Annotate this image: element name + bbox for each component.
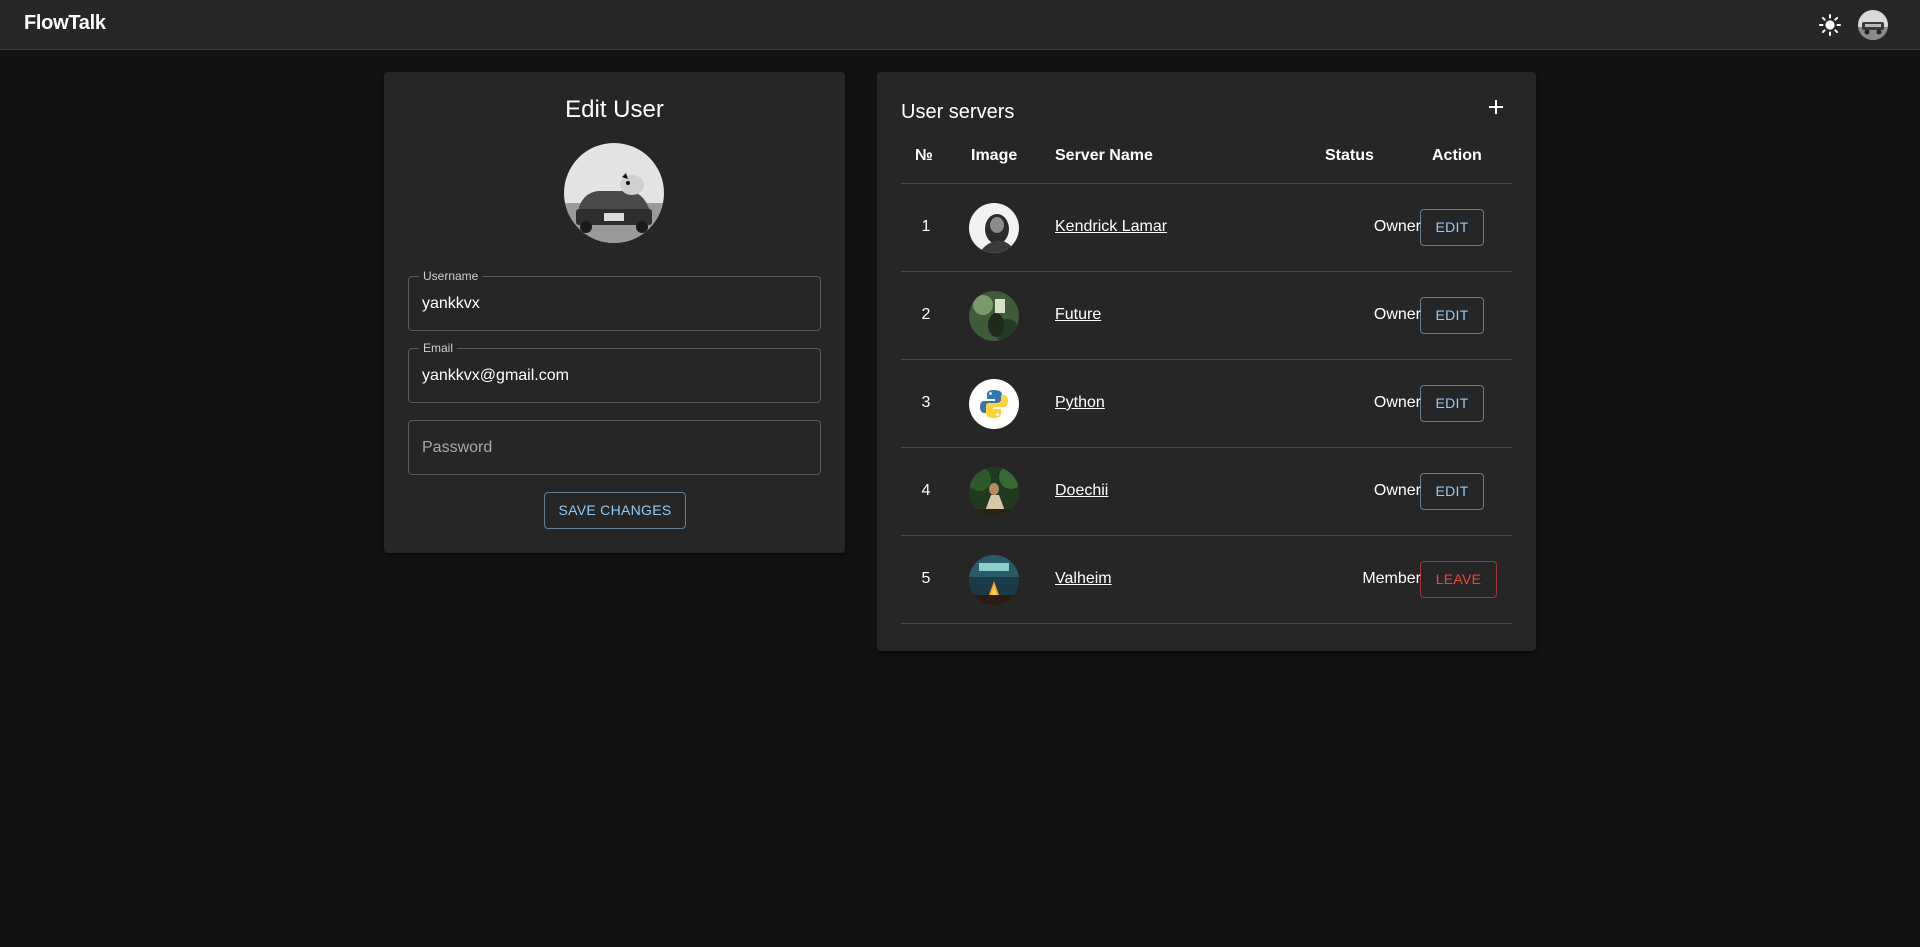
server-image: [969, 555, 1019, 605]
server-status: Owner: [1373, 306, 1421, 323]
table-row: 2 Future Owner EDIT: [901, 272, 1512, 360]
user-avatar[interactable]: [1858, 10, 1888, 40]
server-name-link[interactable]: Doechii: [1055, 482, 1108, 500]
server-status: Owner: [1373, 394, 1421, 411]
edit-user-title: Edit User: [565, 96, 664, 123]
username-label: Username: [419, 269, 483, 283]
header-number: №: [915, 147, 933, 164]
edit-user-card: Edit User Username Email SAVE CHANGES: [384, 72, 845, 553]
python-logo-icon: [969, 379, 1019, 429]
edit-server-button[interactable]: EDIT: [1420, 385, 1484, 422]
server-image: [969, 203, 1019, 253]
header-action: Action: [1432, 147, 1482, 164]
header-server-name: Server Name: [1055, 147, 1153, 164]
leave-server-button[interactable]: LEAVE: [1420, 561, 1497, 598]
server-name-link[interactable]: Future: [1055, 306, 1101, 324]
email-input[interactable]: [422, 367, 802, 385]
server-status: Owner: [1373, 218, 1421, 235]
user-servers-card: User servers № Image Server Name Status …: [877, 72, 1536, 651]
app-bar: FlowTalk: [0, 0, 1920, 50]
edit-server-button[interactable]: EDIT: [1420, 209, 1484, 246]
row-number: 5: [921, 570, 931, 587]
profile-avatar[interactable]: [564, 143, 664, 243]
server-status: Member: [1362, 570, 1421, 587]
password-field[interactable]: [408, 420, 821, 475]
server-name-link[interactable]: Python: [1055, 394, 1105, 412]
server-name-link[interactable]: Kendrick Lamar: [1055, 218, 1167, 236]
username-input[interactable]: [422, 295, 802, 313]
user-servers-title: User servers: [901, 101, 1015, 123]
row-number: 1: [921, 218, 931, 235]
email-field[interactable]: Email: [408, 341, 821, 403]
server-image: [969, 291, 1019, 341]
email-label: Email: [419, 341, 458, 355]
edit-server-button[interactable]: EDIT: [1420, 297, 1484, 334]
server-name-link[interactable]: Valheim: [1055, 570, 1112, 588]
password-input[interactable]: [422, 439, 802, 457]
edit-server-button[interactable]: EDIT: [1420, 473, 1484, 510]
table-row: 1 Kendrick Lamar Owner EDIT: [901, 184, 1512, 272]
sun-icon[interactable]: [1816, 13, 1844, 37]
row-number: 3: [921, 394, 931, 411]
plus-icon[interactable]: [1486, 97, 1506, 117]
brand-logo[interactable]: FlowTalk: [24, 12, 106, 35]
row-number: 2: [921, 306, 931, 323]
server-image: [969, 467, 1019, 517]
header-status: Status: [1325, 147, 1374, 164]
header-image: Image: [971, 147, 1018, 164]
row-number: 4: [921, 482, 931, 499]
table-row: 5 Valheim Member LEAVE: [901, 536, 1512, 624]
save-changes-button[interactable]: SAVE CHANGES: [544, 492, 686, 529]
table-row: 4 Doechii Owner EDIT: [901, 448, 1512, 536]
username-field[interactable]: Username: [408, 269, 821, 331]
server-status: Owner: [1373, 482, 1421, 499]
table-row: 3 Python Owner EDIT: [901, 360, 1512, 448]
